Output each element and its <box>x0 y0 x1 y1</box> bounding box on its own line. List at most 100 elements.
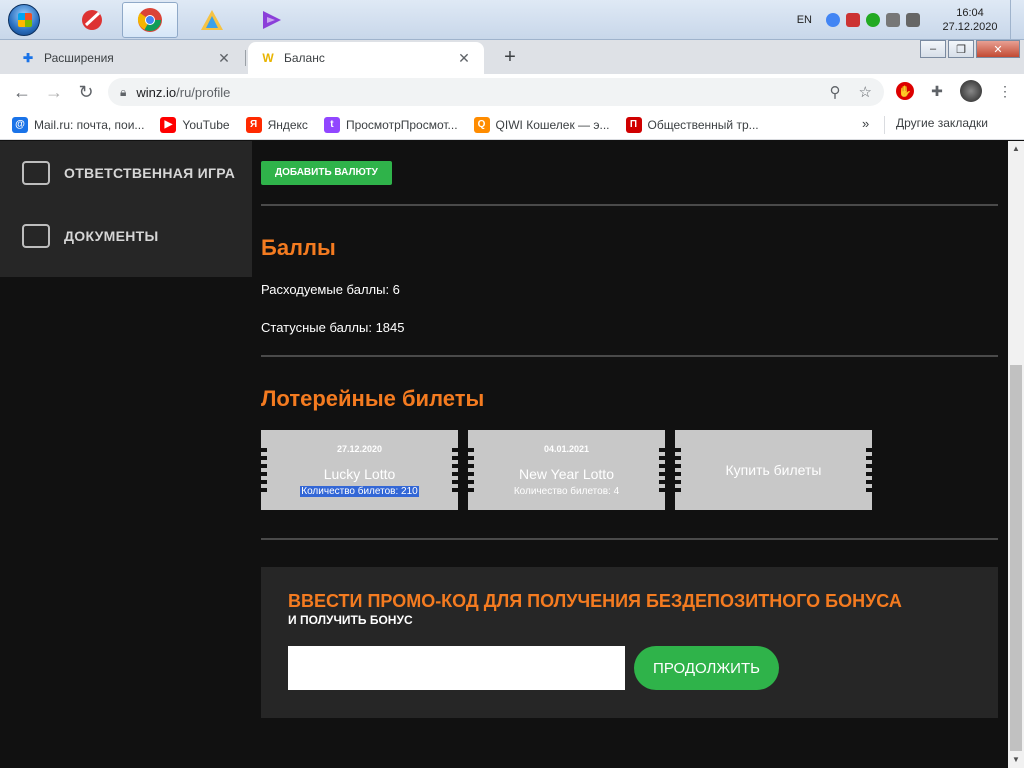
lottery-ticket-new-year-lotto[interactable]: 04.01.2021 New Year Lotto Количество бил… <box>466 430 667 510</box>
adblock-stop-icon[interactable]: ✋ <box>896 82 914 100</box>
taskbar-chrome[interactable] <box>122 2 178 38</box>
tab-separator <box>245 50 246 66</box>
bookmark-mailru[interactable]: @ Mail.ru: почта, пои... <box>12 116 145 133</box>
taskbar-app-triangle[interactable] <box>184 2 240 38</box>
bookmark-yandex[interactable]: Я Яндекс <box>245 116 308 133</box>
buy-tickets-button[interactable]: Купить билеты <box>673 430 874 510</box>
profile-sidebar: ОТВЕТСТВЕННАЯ ИГРА ДОКУМЕНТЫ <box>0 141 252 277</box>
ticket-name: New Year Lotto <box>519 466 614 482</box>
chrome-icon <box>137 8 162 32</box>
tab-title: Расширения <box>44 51 114 65</box>
sidebar-item-documents[interactable]: ДОКУМЕНТЫ <box>0 204 252 267</box>
new-tab-button[interactable]: + <box>498 46 522 69</box>
more-bookmarks-chevron[interactable]: » <box>862 116 869 131</box>
tab-title: Баланс <box>284 51 325 65</box>
bookmark-twitch[interactable]: t ПросмотрПросмот... <box>323 116 458 133</box>
profile-avatar[interactable] <box>960 80 982 102</box>
restore-button[interactable]: ❐ <box>948 40 974 58</box>
visual-studio-icon <box>263 11 281 29</box>
scrollbar-thumb[interactable] <box>1010 365 1022 751</box>
clock-time: 16:04 <box>956 7 984 19</box>
menu-kebab-icon[interactable]: ⋮ <box>994 80 1016 102</box>
forward-button[interactable]: → <box>42 80 66 104</box>
transport-icon: П <box>625 116 642 133</box>
section-divider <box>261 355 998 357</box>
promo-code-input[interactable] <box>288 646 625 690</box>
bookmark-label: QIWI Кошелек — э... <box>495 117 610 132</box>
spendable-points: Расходуемые баллы: 6 <box>261 282 400 297</box>
sidebar-item-responsible-gaming[interactable]: ОТВЕТСТВЕННАЯ ИГРА <box>0 141 252 204</box>
other-bookmarks[interactable]: Другие закладки <box>896 116 988 130</box>
page-scrollbar[interactable]: ▲ ▼ <box>1008 141 1024 768</box>
section-divider <box>261 204 998 206</box>
minimize-button[interactable]: – <box>920 40 946 58</box>
other-bookmarks-label: Другие закладки <box>896 116 988 130</box>
triangle-app-icon <box>201 10 223 30</box>
ccleaner-icon <box>82 10 102 30</box>
show-desktop-button[interactable] <box>1010 0 1024 40</box>
lock-icon[interactable]: 🔒︎ <box>120 85 126 100</box>
qiwi-icon: Q <box>473 116 490 133</box>
sidebar-item-label: ДОКУМЕНТЫ <box>64 227 159 244</box>
close-window-button[interactable]: ✕ <box>976 40 1020 58</box>
status-points: Статусные баллы: 1845 <box>261 320 405 335</box>
scroll-up-arrow-icon[interactable]: ▲ <box>1008 141 1024 157</box>
bookmark-label: Mail.ru: почта, пои... <box>34 117 145 132</box>
bookmark-label: YouTube <box>182 117 230 132</box>
ticket-date: 04.01.2021 <box>543 444 590 454</box>
puzzle-icon: ✚ <box>22 51 34 65</box>
scroll-down-arrow-icon[interactable]: ▼ <box>1008 752 1024 768</box>
extensions-puzzle-icon[interactable]: ✚ <box>926 80 948 102</box>
youtube-icon: ▶ <box>160 116 177 133</box>
id-card-icon <box>22 223 50 248</box>
close-tab-icon[interactable]: ✕ <box>456 50 472 67</box>
taskbar-visual-studio[interactable] <box>244 2 300 38</box>
volume-icon[interactable] <box>906 13 920 27</box>
windows-logo-icon <box>8 4 40 36</box>
ticket-count: Количество билетов: 4 <box>513 486 620 497</box>
lottery-ticket-lucky-lotto[interactable]: 27.12.2020 Lucky Lotto Количество билето… <box>259 430 460 510</box>
network-icon[interactable] <box>886 13 900 27</box>
promo-subtitle: И ПОЛУЧИТЬ БОНУС <box>288 613 413 627</box>
ticket-date: 27.12.2020 <box>336 444 383 454</box>
ccleaner-tray-icon[interactable] <box>846 13 860 27</box>
add-currency-button[interactable]: ДОБАВИТЬ ВАЛЮТУ <box>261 161 392 185</box>
mailru-icon: @ <box>12 116 28 133</box>
bookmark-transport[interactable]: П Общественный тр... <box>625 116 759 133</box>
ticket-name: Lucky Lotto <box>323 466 396 482</box>
bookmark-label: Общественный тр... <box>647 117 759 132</box>
language-indicator[interactable]: EN <box>797 14 812 26</box>
bookmark-youtube[interactable]: ▶ YouTube <box>160 116 230 133</box>
bookmarks-bar: @ Mail.ru: почта, пои... ▶ YouTube Я Янд… <box>0 110 1024 140</box>
close-tab-icon[interactable]: ✕ <box>216 50 232 67</box>
tab-balance[interactable]: W Баланс ✕ <box>248 42 484 74</box>
sidebar-item-label: ОТВЕТСТВЕННАЯ ИГРА <box>64 164 236 181</box>
zoom-icon[interactable]: ⚲ <box>830 83 841 101</box>
start-button[interactable] <box>4 2 44 38</box>
bookmark-qiwi[interactable]: Q QIWI Кошелек — э... <box>473 116 610 133</box>
continue-button[interactable]: ПРОДОЛЖИТЬ <box>634 646 779 690</box>
system-tray: EN 16:04 27.12.2020 <box>797 0 1024 40</box>
window-controls: – ❐ ✕ <box>918 40 1020 58</box>
reload-button[interactable]: ↻ <box>74 80 98 104</box>
tab-extensions[interactable]: ✚ Расширения ✕ <box>8 42 244 74</box>
promo-title: ВВЕСТИ ПРОМО-КОД ДЛЯ ПОЛУЧЕНИЯ БЕЗДЕПОЗИ… <box>288 591 902 611</box>
bookmark-star-icon[interactable]: ☆ <box>859 83 872 101</box>
tab-strip: ✚ Расширения ✕ W Баланс ✕ + – ❐ ✕ <box>0 40 1024 74</box>
security-tray-icon[interactable] <box>866 13 880 27</box>
ticket-count-text: Количество билетов: 210 <box>300 486 419 497</box>
clock[interactable]: 16:04 27.12.2020 <box>930 6 1010 34</box>
section-divider <box>261 538 998 540</box>
lottery-heading: Лотерейные билеты <box>261 386 485 411</box>
twitch-icon: t <box>323 116 340 133</box>
points-heading: Баллы <box>261 235 336 260</box>
bookmark-label: Яндекс <box>267 117 308 132</box>
address-bar[interactable]: 🔒︎ winz.io/ru/profile ⚲ ☆ <box>108 78 884 106</box>
chrome-tray-icon[interactable] <box>826 13 840 27</box>
taskbar-ccleaner[interactable] <box>64 2 120 38</box>
browser-toolbar: ← → ↻ 🔒︎ winz.io/ru/profile ⚲ ☆ ✋ ✚ ⋮ <box>0 74 1024 110</box>
url-path: /ru/profile <box>176 84 231 100</box>
back-button[interactable]: ← <box>10 80 34 104</box>
winz-favicon-icon: W <box>262 51 274 65</box>
bookmark-label: ПросмотрПросмот... <box>345 117 458 132</box>
